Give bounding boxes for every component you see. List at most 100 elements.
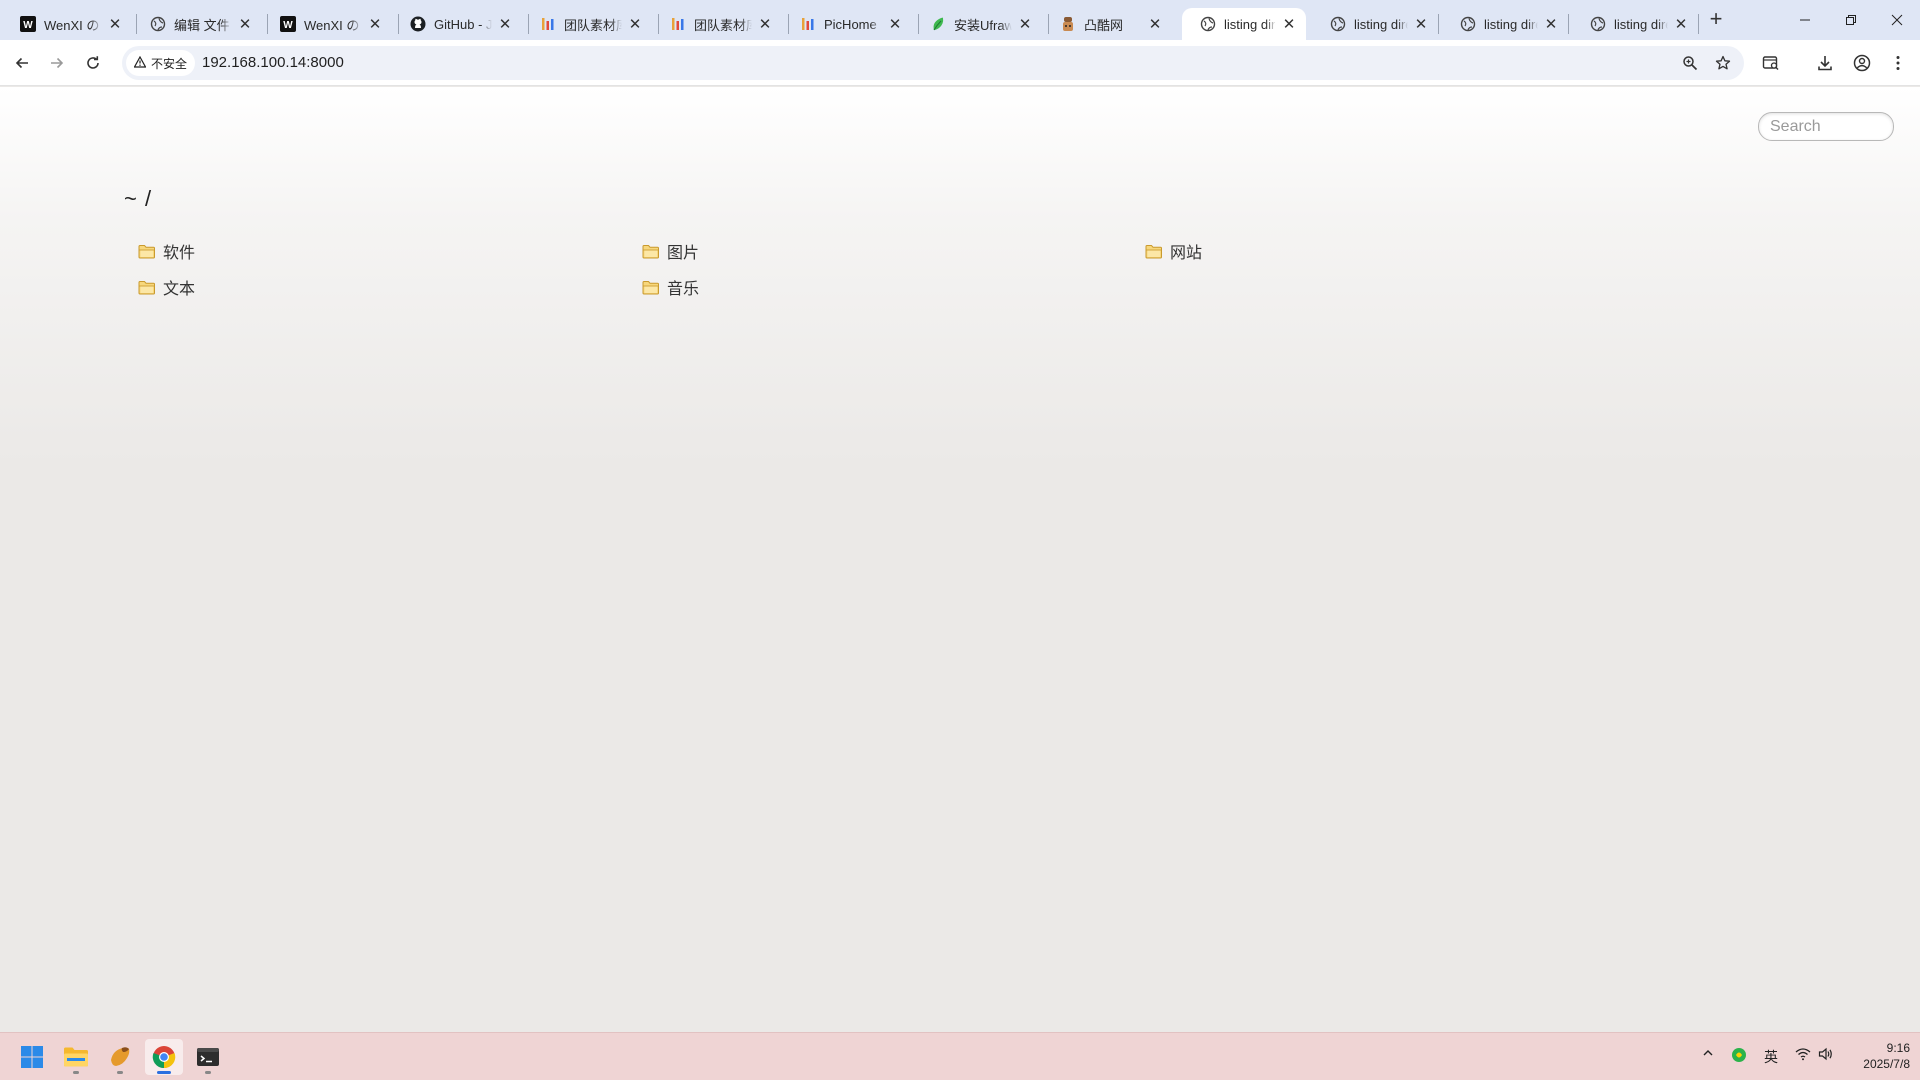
tab-edit-file[interactable]: 编辑 文件 ✕ xyxy=(132,8,262,40)
wenxi-icon: W xyxy=(20,16,36,32)
close-tab-icon[interactable]: ✕ xyxy=(236,15,254,33)
tab-listing-directory-3[interactable]: listing dire ✕ xyxy=(1442,8,1568,40)
folder-name: 音乐 xyxy=(667,281,700,298)
tab-team-library-2[interactable]: 团队素材库 ✕ xyxy=(652,8,782,40)
close-tab-icon[interactable]: ✕ xyxy=(496,15,514,33)
tab-separator xyxy=(1568,14,1569,34)
close-tab-icon[interactable]: ✕ xyxy=(366,15,384,33)
input-method-indicator[interactable]: 英 xyxy=(1762,1047,1780,1067)
close-tab-icon[interactable]: ✕ xyxy=(1412,15,1430,33)
tab-strip: W WenXI の ✕ 编辑 文件 ✕ W WenXI の ✕ GitHub -… xyxy=(0,0,1920,40)
minimize-icon xyxy=(1800,19,1810,21)
clock-date: 2025/7/8 xyxy=(1863,1057,1910,1071)
tab-title: 编辑 文件 xyxy=(174,17,230,33)
restore-icon xyxy=(1846,15,1856,25)
url-text[interactable]: 192.168.100.14:8000 xyxy=(202,54,344,71)
chevron-up-icon xyxy=(1703,1050,1713,1056)
zoom-button[interactable] xyxy=(1678,51,1702,75)
start-button[interactable] xyxy=(13,1039,51,1075)
tab-title: PicHome xyxy=(824,16,877,32)
close-tab-icon[interactable]: ✕ xyxy=(1542,15,1560,33)
tab-install-ufraw[interactable]: 安装Ufraw ✕ xyxy=(912,8,1042,40)
tab-separator xyxy=(1698,14,1699,34)
tab-team-library-1[interactable]: 团队素材库 ✕ xyxy=(522,8,652,40)
tab-title: listing dire xyxy=(1484,16,1538,32)
close-tab-icon[interactable]: ✕ xyxy=(1672,15,1690,33)
folder-entry-text[interactable]: 文本 xyxy=(138,275,195,299)
back-button[interactable] xyxy=(8,49,36,77)
star-icon xyxy=(1715,55,1731,70)
folder-entry-music[interactable]: 音乐 xyxy=(642,275,699,299)
tab-search-button[interactable] xyxy=(1757,49,1785,77)
close-tab-icon[interactable]: ✕ xyxy=(756,15,774,33)
tab-title: 团队素材库 xyxy=(564,17,622,33)
arrow-left-icon xyxy=(15,57,28,69)
folder-entry-websites[interactable]: 网站 xyxy=(1145,239,1202,263)
close-tab-icon[interactable]: ✕ xyxy=(1016,15,1034,33)
browser-toolbar: 不安全 192.168.100.14:8000 xyxy=(0,40,1920,86)
close-tab-icon[interactable]: ✕ xyxy=(1146,15,1164,33)
tab-listing-directory-4[interactable]: listing dire ✕ xyxy=(1572,8,1698,40)
running-indicator xyxy=(205,1071,211,1074)
folder-icon xyxy=(642,244,659,258)
network-button[interactable] xyxy=(1794,1047,1812,1061)
show-hidden-icons-button[interactable] xyxy=(1700,1047,1716,1059)
taskbar-terminal[interactable] xyxy=(189,1039,227,1075)
folder-icon xyxy=(138,244,155,258)
globe-icon xyxy=(1330,16,1346,32)
tray-app-button[interactable] xyxy=(1730,1047,1748,1063)
restore-button[interactable] xyxy=(1828,0,1874,40)
forward-button[interactable] xyxy=(43,49,71,77)
tab-title: listing dire xyxy=(1614,16,1668,32)
system-clock[interactable]: 9:16 2025/7/8 xyxy=(1848,1040,1910,1072)
folder-icon xyxy=(642,280,659,294)
directory-listing-page: ~ / 软件 图片 网站 文本 音乐 xyxy=(0,87,1920,1032)
leaf-icon xyxy=(930,16,946,32)
tab-title: WenXI の xyxy=(44,17,100,33)
search-input[interactable] xyxy=(1758,112,1894,141)
warning-icon xyxy=(133,55,147,71)
close-tab-icon[interactable]: ✕ xyxy=(106,15,124,33)
globe-icon xyxy=(1460,16,1476,32)
bars-icon xyxy=(800,16,816,32)
taskbar-chrome[interactable] xyxy=(145,1039,183,1075)
close-tab-icon[interactable]: ✕ xyxy=(1280,15,1298,33)
folder-name: 图片 xyxy=(667,245,700,262)
menu-button[interactable] xyxy=(1884,49,1912,77)
arrow-right-icon xyxy=(51,57,64,69)
tab-tukuwang[interactable]: 凸酷网 ✕ xyxy=(1042,8,1172,40)
close-icon xyxy=(1891,14,1903,26)
minimize-button[interactable] xyxy=(1782,0,1828,40)
security-label: 不安全 xyxy=(151,56,188,71)
tab-pichome[interactable]: PicHome ✕ xyxy=(782,8,912,40)
tray-app-icon xyxy=(1732,1048,1746,1062)
volume-button[interactable] xyxy=(1817,1047,1835,1061)
wenxi-icon: W xyxy=(280,16,296,32)
folder-entry-software[interactable]: 软件 xyxy=(138,239,195,263)
folder-entry-pictures[interactable]: 图片 xyxy=(642,239,699,263)
tab-listing-directory-active[interactable]: listing dire ✕ xyxy=(1182,8,1306,40)
tab-listing-directory-2[interactable]: listing dire ✕ xyxy=(1312,8,1438,40)
taskbar-app-acorn[interactable] xyxy=(101,1039,139,1075)
new-tab-button[interactable]: + xyxy=(1704,8,1728,32)
svg-text:W: W xyxy=(283,20,293,31)
running-indicator xyxy=(117,1071,123,1074)
wifi-icon xyxy=(1795,1048,1811,1061)
taskbar-file-explorer[interactable] xyxy=(57,1039,95,1075)
close-tab-icon[interactable]: ✕ xyxy=(626,15,644,33)
downloads-button[interactable] xyxy=(1811,49,1839,77)
address-bar[interactable]: 不安全 192.168.100.14:8000 xyxy=(122,46,1744,80)
close-window-button[interactable] xyxy=(1874,0,1920,40)
tab-title: 安装Ufraw xyxy=(954,17,1012,33)
tab-github[interactable]: GitHub - J ✕ xyxy=(392,8,522,40)
tab-wenxi-2[interactable]: W WenXI の ✕ xyxy=(262,8,392,40)
globe-icon xyxy=(1200,16,1216,32)
tab-wenxi-1[interactable]: W WenXI の ✕ xyxy=(2,8,132,40)
profile-button[interactable] xyxy=(1848,49,1876,77)
bookmark-button[interactable] xyxy=(1711,51,1735,75)
security-chip[interactable]: 不安全 xyxy=(126,50,196,76)
acorn-app-icon xyxy=(111,1047,130,1066)
folder-name: 软件 xyxy=(163,245,196,262)
reload-button[interactable] xyxy=(79,49,107,77)
close-tab-icon[interactable]: ✕ xyxy=(886,15,904,33)
